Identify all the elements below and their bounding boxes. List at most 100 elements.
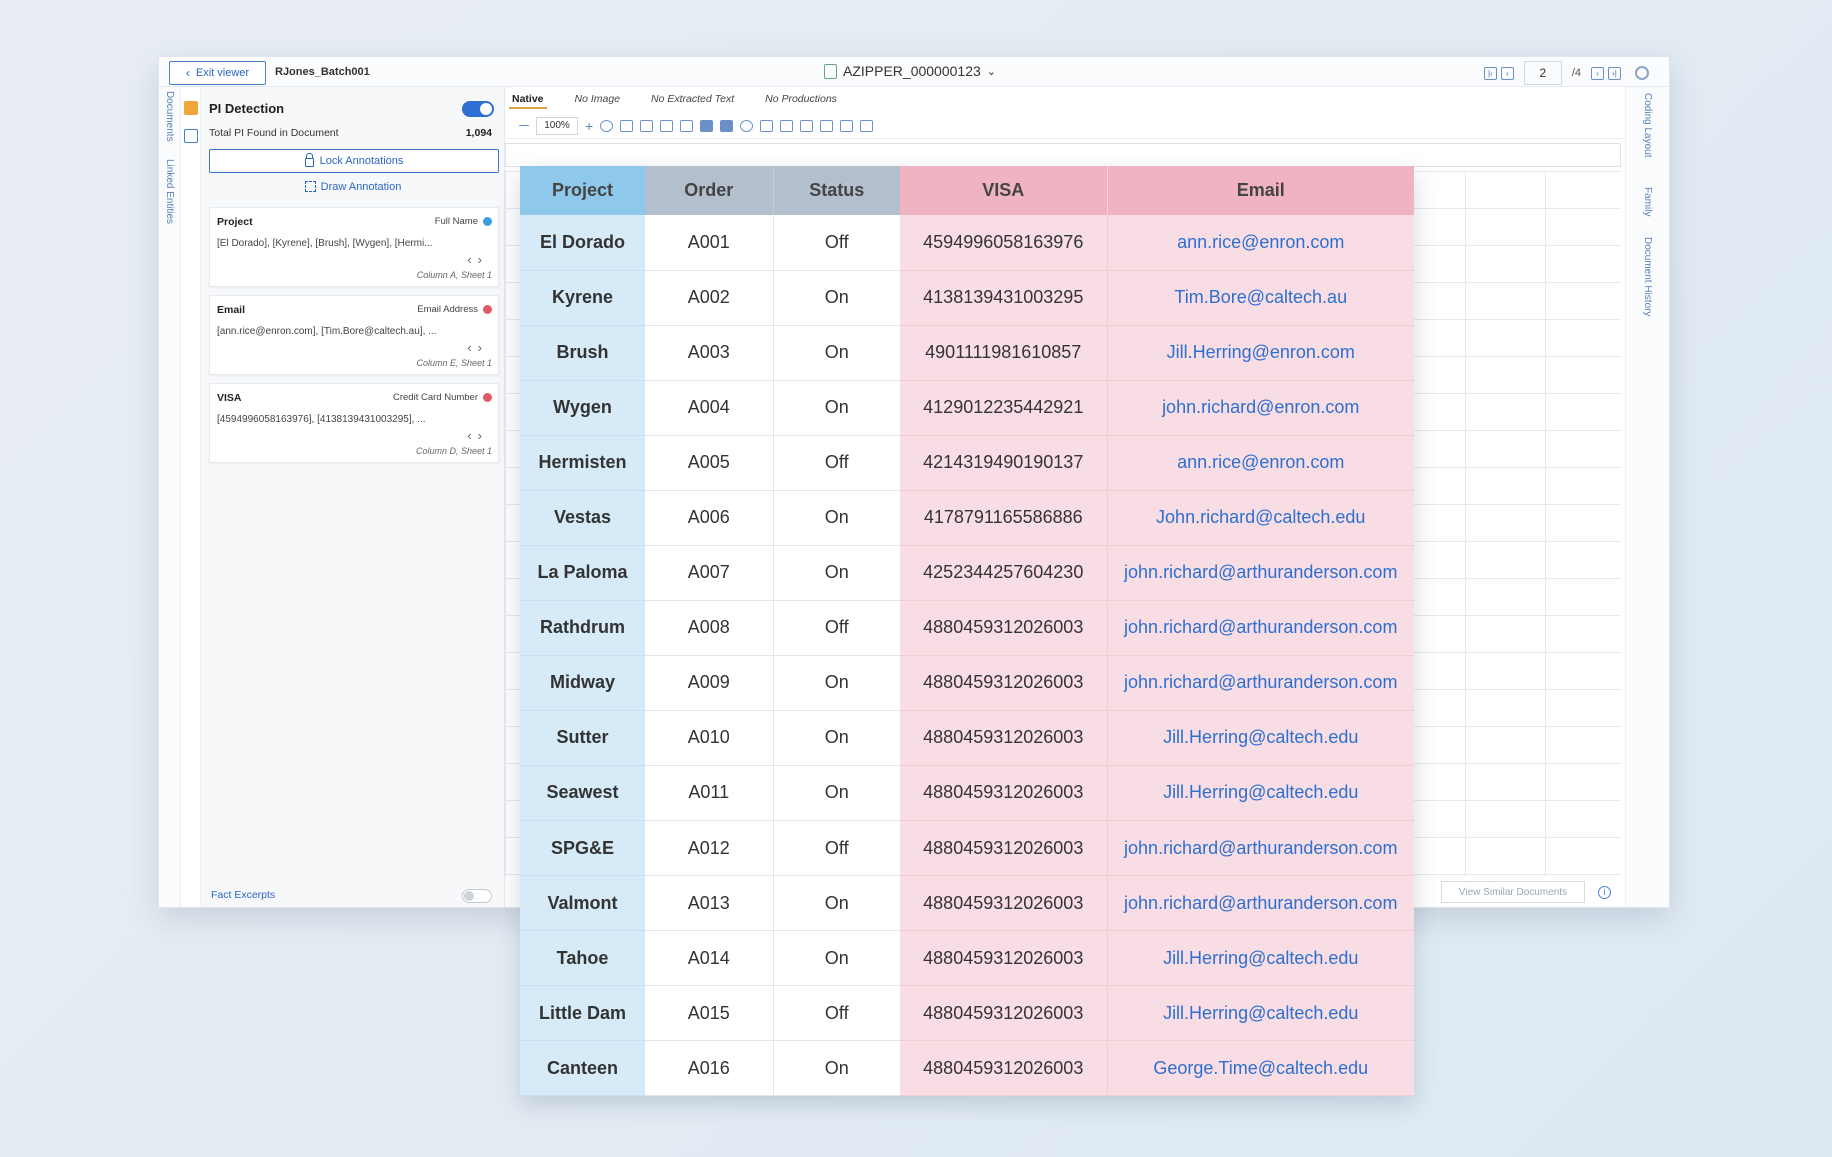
pi-detection-toggle[interactable] [462, 101, 494, 117]
cell-email[interactable]: ann.rice@enron.com [1107, 435, 1414, 491]
cell-email[interactable]: john.richard@arthuranderson.com [1107, 820, 1414, 877]
cell-email[interactable]: john.richard@arthuranderson.com [1107, 545, 1414, 601]
cell-project[interactable]: SPG&E [520, 820, 645, 877]
cell-visa[interactable]: 4880459312026003 [900, 655, 1108, 711]
cell-project[interactable]: Brush [520, 325, 645, 381]
gear-icon[interactable] [1635, 66, 1649, 80]
document-history-tab[interactable]: Document History [1642, 237, 1653, 316]
cell-status[interactable]: On [773, 930, 900, 987]
fit-width-icon[interactable] [620, 119, 634, 132]
cell-visa[interactable]: 4901111981610857 [900, 325, 1108, 381]
cell-status[interactable]: On [773, 710, 900, 766]
last-page-button[interactable]: ›| [1608, 66, 1621, 80]
cell-status[interactable]: Off [773, 820, 900, 877]
pi-detection-icon[interactable] [184, 101, 198, 115]
cell-project[interactable]: La Paloma [520, 545, 645, 601]
tab-native[interactable]: Native [509, 89, 547, 109]
cell-order[interactable]: A010 [645, 710, 774, 766]
eye-icon[interactable] [740, 119, 754, 132]
cell-project[interactable]: Canteen [520, 1040, 645, 1097]
cell-order[interactable]: A016 [645, 1040, 774, 1097]
cell-project[interactable]: Hermisten [520, 435, 645, 491]
cell-project[interactable]: Tahoe [520, 930, 645, 987]
cell-email[interactable]: Jill.Herring@enron.com [1107, 325, 1414, 381]
cell-visa[interactable]: 4138139431003295 [900, 270, 1108, 326]
cell-visa[interactable]: 4252344257604230 [900, 545, 1108, 601]
exit-viewer-button[interactable]: ‹ Exit viewer [169, 61, 266, 85]
cell-email[interactable]: Jill.Herring@caltech.edu [1107, 985, 1414, 1042]
cell-email[interactable]: Tim.Bore@caltech.au [1107, 270, 1414, 326]
cell-order[interactable]: A011 [645, 765, 774, 822]
cell-order[interactable]: A007 [645, 545, 774, 601]
cell-status[interactable]: On [773, 490, 900, 546]
stamp-icon[interactable] [800, 119, 814, 132]
card-navigation[interactable]: ‹› [467, 340, 488, 355]
cell-visa[interactable]: 4880459312026003 [900, 710, 1108, 766]
cell-email[interactable]: john.richard@arthuranderson.com [1107, 655, 1414, 711]
cell-order[interactable]: A015 [645, 985, 774, 1042]
pen-icon[interactable] [780, 119, 794, 132]
cell-visa[interactable]: 4129012235442921 [900, 380, 1108, 436]
cell-visa[interactable]: 4880459312026003 [900, 765, 1108, 822]
highlight-icon[interactable] [720, 119, 734, 132]
lock-annotations-button[interactable]: Lock Annotations [209, 149, 499, 173]
cell-status[interactable]: Off [773, 435, 900, 491]
cell-email[interactable]: George.Time@caltech.edu [1107, 1040, 1414, 1097]
cell-email[interactable]: Jill.Herring@caltech.edu [1107, 930, 1414, 987]
cell-project[interactable]: Kyrene [520, 270, 645, 326]
cell-visa[interactable]: 4214319490190137 [900, 435, 1108, 491]
pi-card-project[interactable]: Project Full Name [El Dorado], [Kyrene],… [209, 207, 499, 287]
cell-status[interactable]: Off [773, 215, 900, 271]
fact-excerpts-toggle[interactable] [462, 889, 492, 903]
zoom-level-input[interactable]: 100% [536, 116, 578, 135]
tab-no-productions[interactable]: No Productions [762, 89, 840, 109]
draw-annotation-button[interactable]: Draw Annotation [201, 181, 505, 193]
cell-status[interactable]: On [773, 875, 900, 932]
cell-status[interactable]: On [773, 380, 900, 436]
zoom-out-icon[interactable] [519, 125, 529, 126]
sheet-search-bar[interactable] [505, 143, 1642, 167]
cell-visa[interactable]: 4594996058163976 [900, 215, 1108, 271]
cell-order[interactable]: A006 [645, 490, 774, 546]
select-area-icon[interactable] [760, 119, 774, 132]
cell-project[interactable]: El Dorado [520, 215, 645, 271]
fit-height-icon[interactable] [640, 119, 654, 132]
cell-project[interactable]: Wygen [520, 380, 645, 436]
cell-status[interactable]: On [773, 325, 900, 381]
cell-project[interactable]: Little Dam [520, 985, 645, 1042]
cell-visa[interactable]: 4880459312026003 [900, 875, 1108, 932]
pi-card-email[interactable]: Email Email Address [ann.rice@enron.com]… [209, 295, 499, 375]
card-navigation[interactable]: ‹› [467, 252, 488, 267]
page-number-input[interactable]: 2 [1523, 61, 1562, 85]
layout-menu-icon[interactable] [680, 119, 694, 132]
cell-order[interactable]: A001 [645, 215, 774, 271]
card-navigation[interactable]: ‹› [467, 428, 488, 443]
cell-order[interactable]: A005 [645, 435, 774, 491]
image-panel-icon[interactable] [184, 129, 198, 143]
cell-project[interactable]: Midway [520, 655, 645, 711]
cell-status[interactable]: On [773, 655, 900, 711]
info-icon[interactable]: i [1598, 886, 1611, 899]
cell-email[interactable]: john.richard@enron.com [1107, 380, 1414, 436]
cell-visa[interactable]: 4880459312026003 [900, 1040, 1108, 1097]
coding-layout-tab[interactable]: Coding Layout [1642, 93, 1653, 158]
cell-order[interactable]: A002 [645, 270, 774, 326]
zoom-in-icon[interactable]: + [585, 118, 593, 134]
cell-order[interactable]: A013 [645, 875, 774, 932]
cell-status[interactable]: On [773, 1040, 900, 1097]
document-selector[interactable]: AZIPPER_000000123 ⌄ [824, 63, 996, 79]
cell-visa[interactable]: 4880459312026003 [900, 600, 1108, 656]
cell-email[interactable]: John.richard@caltech.edu [1107, 490, 1414, 546]
cell-status[interactable]: Off [773, 600, 900, 656]
cell-visa[interactable]: 4880459312026003 [900, 930, 1108, 987]
family-tab[interactable]: Family [1642, 187, 1653, 216]
text-tool-icon[interactable] [820, 119, 834, 132]
cell-visa[interactable]: 4178791165586886 [900, 490, 1108, 546]
cell-email[interactable]: john.richard@arthuranderson.com [1107, 600, 1414, 656]
cell-status[interactable]: On [773, 545, 900, 601]
first-page-button[interactable]: |‹ [1483, 66, 1497, 80]
cell-project[interactable]: Sutter [520, 710, 645, 766]
cell-status[interactable]: On [773, 765, 900, 822]
cell-project[interactable]: Seawest [520, 765, 645, 822]
cell-project[interactable]: Valmont [520, 875, 645, 932]
